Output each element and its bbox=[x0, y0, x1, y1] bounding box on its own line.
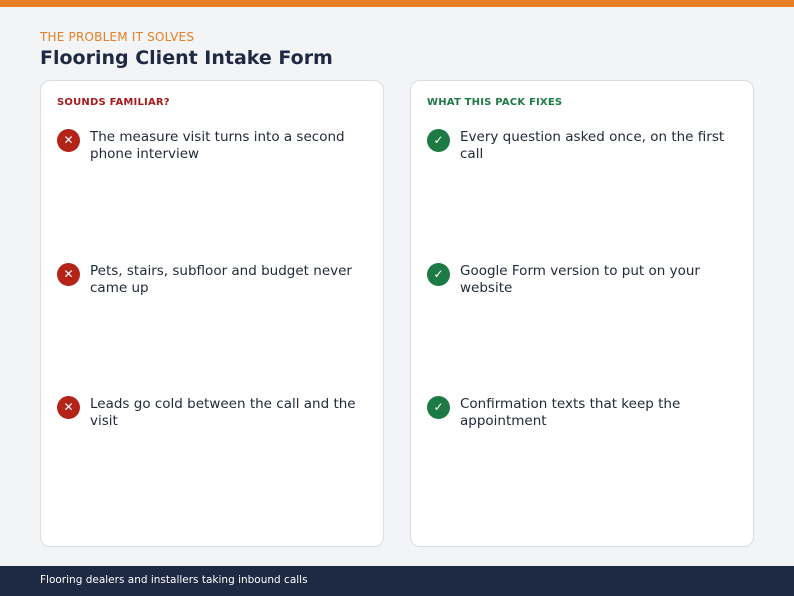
x-icon: ✕ bbox=[57, 263, 80, 286]
problem-text: Pets, stairs, subfloor and budget never … bbox=[90, 263, 352, 296]
problem-text: Leads go cold between the call and the v… bbox=[90, 396, 356, 429]
fix-text: Confirmation texts that keep the appoint… bbox=[460, 396, 681, 429]
problems-card: SOUNDS FAMILIAR? ✕ The measure visit tur… bbox=[40, 80, 384, 547]
accent-bar bbox=[0, 0, 794, 7]
fixes-card: WHAT THIS PACK FIXES ✓ Every question as… bbox=[410, 80, 754, 547]
problem-item: ✕ Pets, stairs, subfloor and budget neve… bbox=[57, 263, 369, 297]
x-icon: ✕ bbox=[57, 129, 80, 152]
fixes-heading: WHAT THIS PACK FIXES bbox=[427, 97, 563, 108]
footer-bar: Flooring dealers and installers taking i… bbox=[0, 566, 794, 596]
page-title: Flooring Client Intake Form bbox=[40, 47, 333, 69]
section-eyebrow: THE PROBLEM IT SOLVES bbox=[40, 30, 195, 44]
problem-text: The measure visit turns into a second ph… bbox=[90, 129, 345, 162]
check-icon: ✓ bbox=[427, 263, 450, 286]
x-icon: ✕ bbox=[57, 396, 80, 419]
problems-heading: SOUNDS FAMILIAR? bbox=[57, 97, 170, 108]
fix-item: ✓ Google Form version to put on your web… bbox=[427, 263, 739, 297]
fix-item: ✓ Confirmation texts that keep the appoi… bbox=[427, 396, 739, 430]
check-icon: ✓ bbox=[427, 396, 450, 419]
fix-text: Google Form version to put on your websi… bbox=[460, 263, 700, 296]
fix-text: Every question asked once, on the first … bbox=[460, 129, 725, 162]
problem-item: ✕ The measure visit turns into a second … bbox=[57, 129, 369, 163]
check-icon: ✓ bbox=[427, 129, 450, 152]
problem-item: ✕ Leads go cold between the call and the… bbox=[57, 396, 369, 430]
fix-item: ✓ Every question asked once, on the firs… bbox=[427, 129, 739, 163]
footer-text: Flooring dealers and installers taking i… bbox=[40, 574, 308, 586]
